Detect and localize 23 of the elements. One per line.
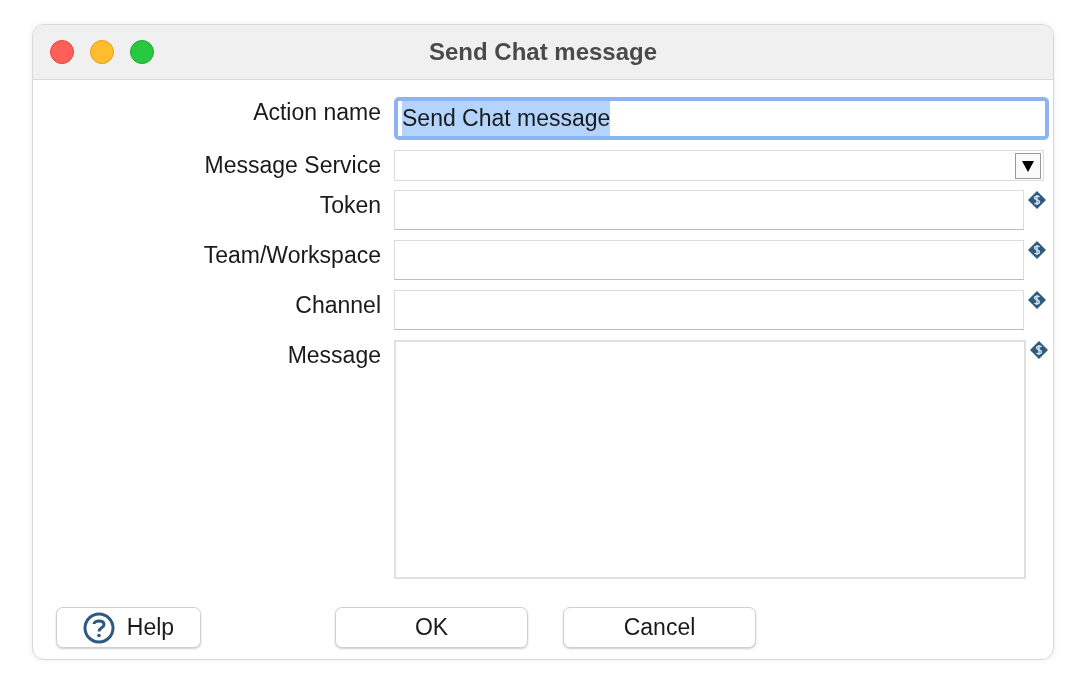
field-label: Channel	[294, 291, 381, 317]
field-label: Action name	[252, 98, 381, 124]
field-label: Message Service	[203, 151, 381, 177]
text-field[interactable]: Send Chat message	[394, 97, 1049, 140]
text-field[interactable]	[394, 290, 1024, 330]
dialog-button[interactable]: OK	[335, 607, 528, 648]
close-button[interactable]	[50, 40, 74, 64]
window-title: Send Chat message	[428, 37, 658, 67]
text-field[interactable]	[394, 190, 1024, 230]
help-icon	[82, 611, 115, 644]
dropdown-field[interactable]	[394, 150, 1044, 181]
minimize-button[interactable]	[90, 40, 114, 64]
dialog-button[interactable]: Cancel	[563, 607, 756, 648]
variable-icon[interactable]	[1027, 190, 1047, 210]
variable-icon[interactable]	[1027, 240, 1047, 260]
field-label: Team/Workspace	[202, 241, 381, 267]
field-label: Token	[318, 191, 381, 217]
zoom-button[interactable]	[130, 40, 154, 64]
text-field[interactable]	[394, 240, 1024, 280]
field-label: Message	[286, 341, 381, 367]
variable-icon[interactable]	[1029, 340, 1049, 360]
help-button[interactable]: Help	[56, 607, 201, 648]
variable-icon[interactable]	[1027, 290, 1047, 310]
